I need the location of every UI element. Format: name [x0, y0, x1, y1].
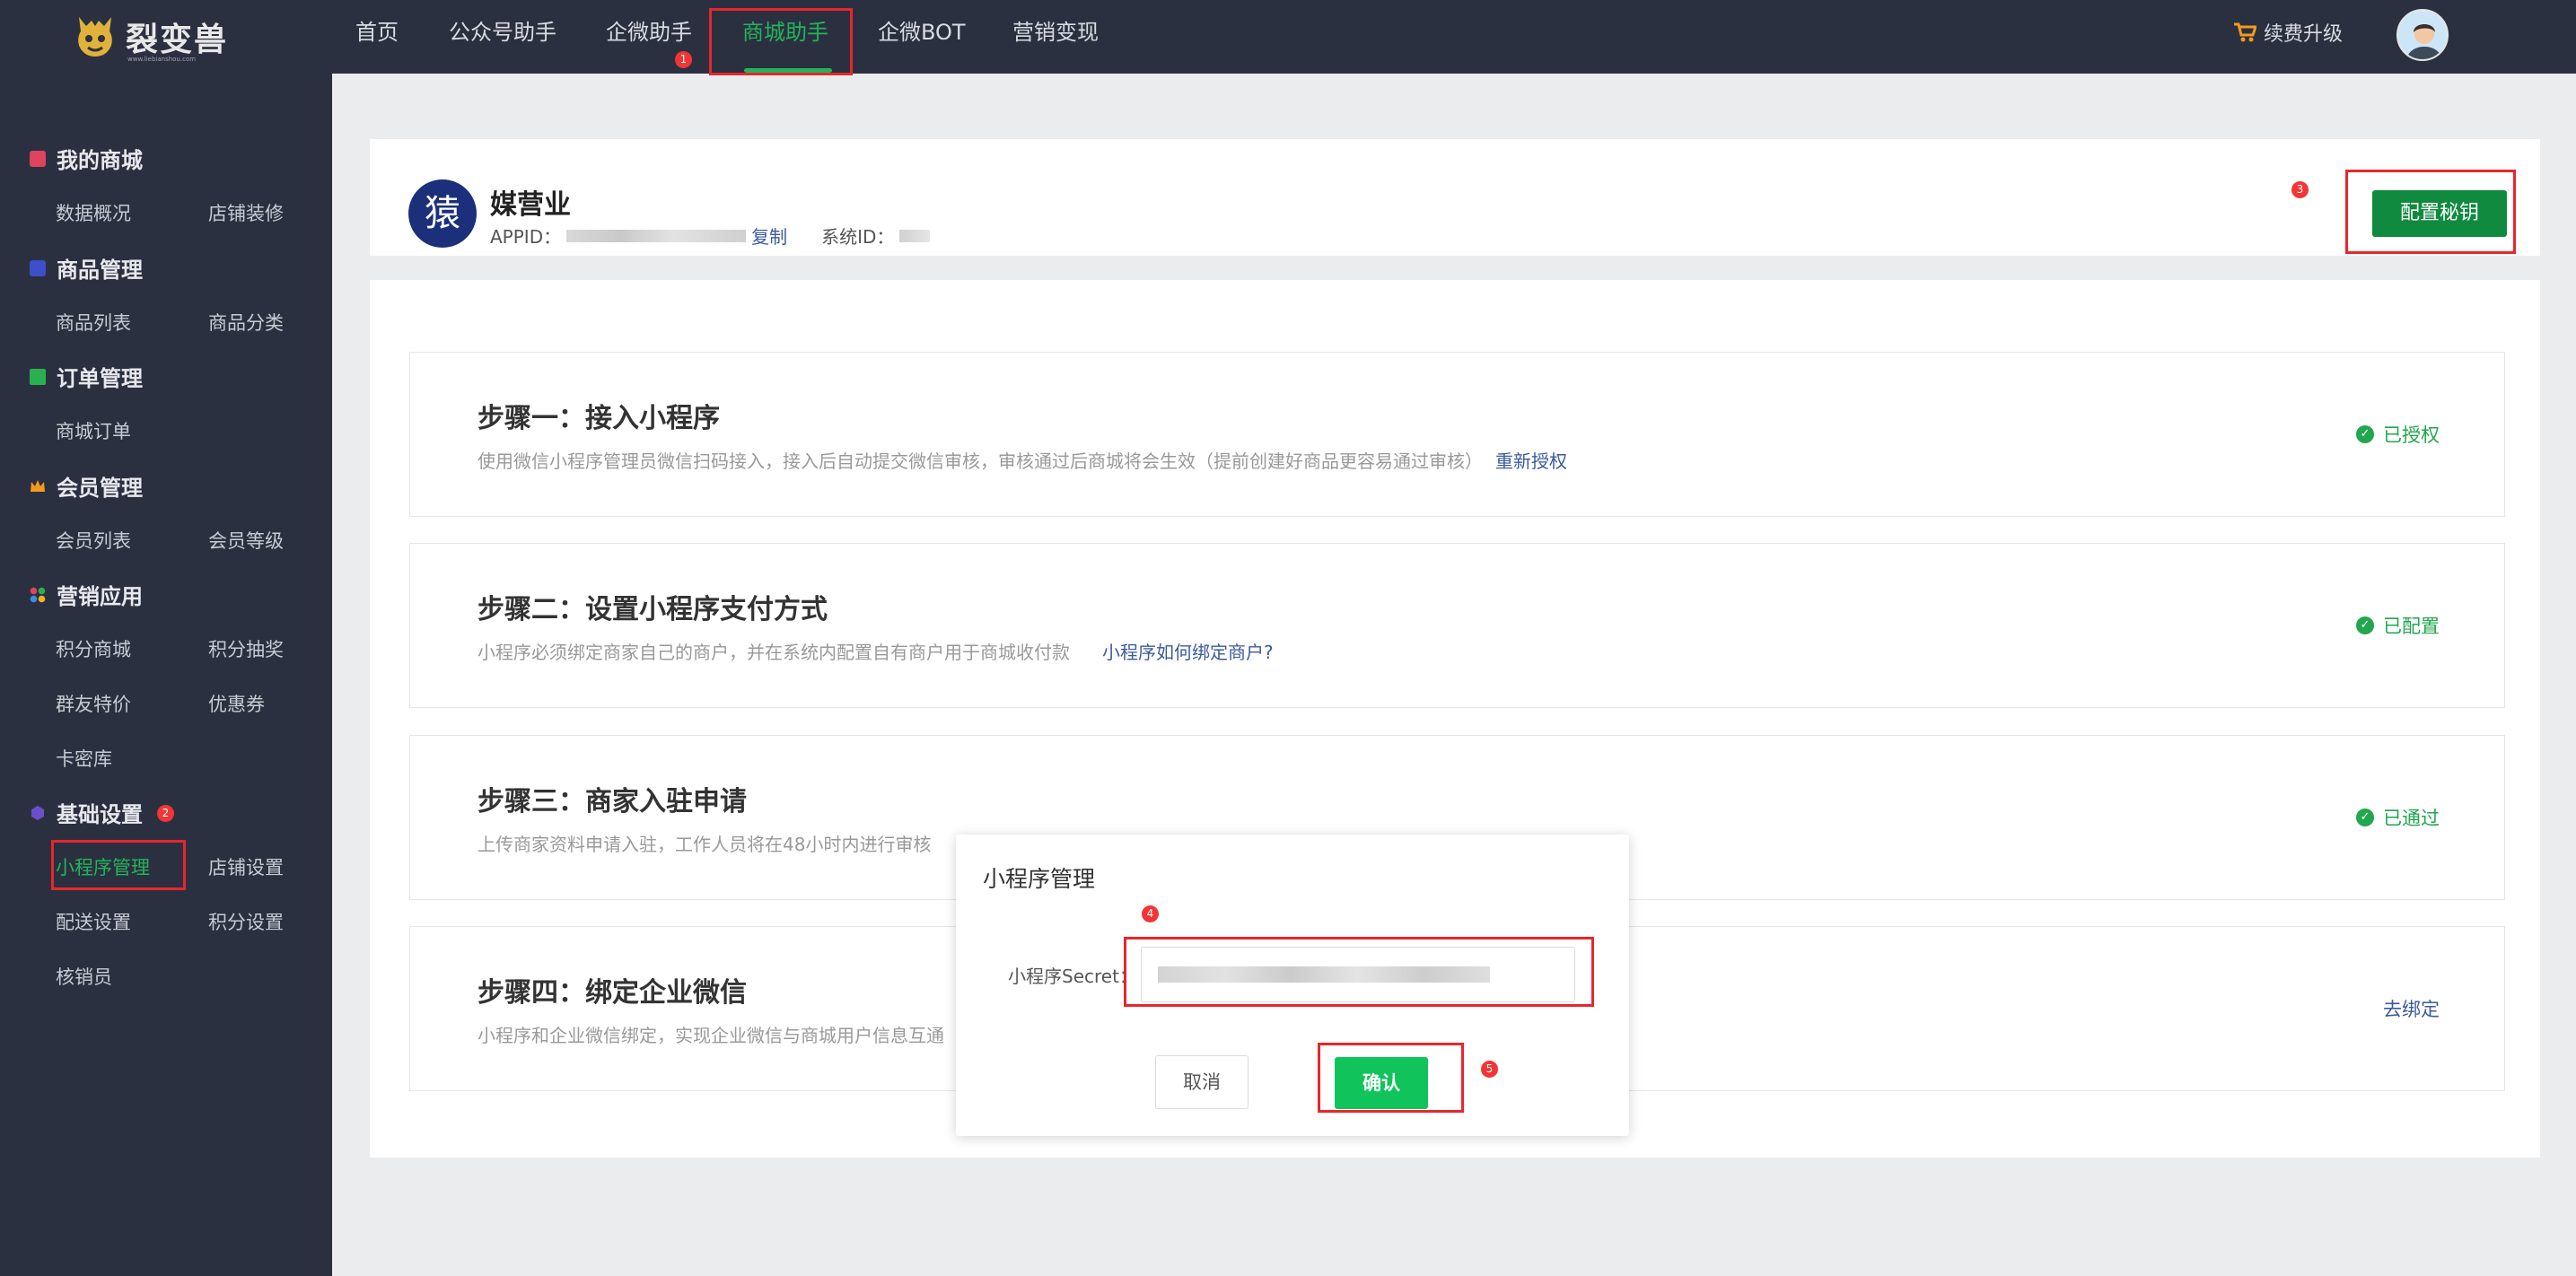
step-description: 使用微信小程序管理员微信扫码接入，接入后自动提交微信审核，审核通过后商城将会生效…	[478, 447, 1567, 473]
beast-logo-icon	[78, 17, 112, 57]
sidebar-item-data-overview[interactable]: 数据概况	[56, 199, 131, 226]
annotation-marker-3: 3	[2291, 181, 2309, 198]
sidebar-group-marketing: 营销应用	[30, 579, 143, 610]
step-status-text: 已配置	[2383, 616, 2440, 637]
step-card-1: 步骤一：接入小程序 使用微信小程序管理员微信扫码接入，接入后自动提交微信审核，审…	[409, 352, 2505, 517]
sidebar-item-group-deals[interactable]: 群友特价	[56, 690, 131, 717]
system-id-label: 系统ID：	[821, 226, 895, 248]
step-status: ✓ 已配置	[2356, 612, 2440, 639]
brand-name: 裂变兽	[126, 22, 229, 58]
nav-home[interactable]: 首页	[355, 0, 399, 74]
cancel-button[interactable]: 取消	[1155, 1055, 1249, 1109]
upgrade-label: 续费升级	[2264, 23, 2344, 46]
sidebar-group-basic-settings: 基础设置	[30, 797, 143, 828]
step-title: 步骤四：绑定企业微信	[478, 977, 747, 1009]
step-description: 小程序和企业微信绑定，实现企业微信与商城用户信息互通	[478, 1025, 944, 1046]
user-avatar[interactable]	[2396, 9, 2449, 61]
step-status-text: 已授权	[2383, 424, 2440, 446]
annotation-box-mall-assistant	[709, 8, 853, 75]
step-description: 上传商家资料申请入驻，工作人员将在48小时内进行审核	[478, 834, 932, 855]
sidebar-item-points-settings[interactable]: 积分设置	[208, 908, 284, 935]
sidebar-item-member-level[interactable]: 会员等级	[208, 527, 284, 554]
sidebar-group-title: 基础设置	[57, 802, 143, 827]
step-title: 步骤三：商家入驻申请	[478, 786, 747, 817]
copy-appid-link[interactable]: 复制	[751, 223, 787, 249]
step-status-text: 已通过	[2383, 808, 2440, 829]
secret-field-label: 小程序Secret：	[1008, 966, 1137, 987]
step-description: 小程序必须绑定商家自己的商户，并在系统内配置自有商户用于商城收付款 小程序如何绑定…	[478, 638, 1274, 664]
system-id-redacted	[899, 229, 931, 242]
sidebar-group-my-mall: 我的商城	[30, 143, 143, 174]
app-id-line: APPID： 复制 系统ID：	[490, 223, 931, 249]
top-navbar: 裂变兽 www.liebianshou.com 首页 公众号助手 企微助手 商城…	[0, 0, 2576, 74]
step-title: 步骤一：接入小程序	[478, 403, 720, 434]
hexagon-icon	[31, 805, 44, 820]
dialog-title: 小程序管理	[983, 866, 1096, 892]
sidebar-item-store-settings[interactable]: 店铺设置	[208, 853, 284, 880]
annotation-box-miniprogram-management	[51, 840, 186, 890]
sidebar-item-product-list[interactable]: 商品列表	[56, 309, 131, 336]
renew-upgrade-link[interactable]: 续费升级	[2233, 18, 2343, 47]
app-avatar: 猿	[408, 179, 477, 248]
annotation-box-config-secret	[2345, 170, 2516, 254]
nav-official-account[interactable]: 公众号助手	[449, 0, 556, 74]
bind-wecom-link[interactable]: 去绑定	[2383, 995, 2440, 1022]
sidebar-item-points-mall[interactable]: 积分商城	[56, 635, 131, 662]
app-name: 媒营业	[490, 189, 571, 221]
step-title: 步骤二：设置小程序支付方式	[478, 594, 828, 625]
sidebar-group-title: 我的商城	[57, 148, 143, 173]
annotation-marker-2: 2	[157, 805, 174, 822]
annotation-marker-1: 1	[675, 51, 692, 68]
check-circle-icon: ✓	[2356, 808, 2374, 826]
step-card-2: 步骤二：设置小程序支付方式 小程序必须绑定商家自己的商户，并在系统内配置自有商户…	[409, 543, 2505, 708]
sidebar-item-mall-orders[interactable]: 商城订单	[56, 417, 131, 444]
sidebar-item-coupons[interactable]: 优惠券	[208, 690, 265, 717]
step-description-text: 使用微信小程序管理员微信扫码接入，接入后自动提交微信审核，审核通过后商城将会生效…	[478, 450, 1483, 472]
brand-url: www.liebianshou.com	[127, 56, 197, 63]
sidebar-group-title: 商品管理	[57, 258, 143, 283]
annotation-box-confirm	[1318, 1043, 1464, 1113]
sidebar-group-title: 会员管理	[57, 476, 143, 501]
brand-logo[interactable]: 裂变兽 www.liebianshou.com	[72, 9, 228, 65]
crown-icon	[31, 479, 45, 492]
sidebar-item-verifier[interactable]: 核销员	[56, 963, 112, 990]
check-circle-icon: ✓	[2356, 425, 2374, 443]
sidebar-item-points-lottery[interactable]: 积分抽奖	[208, 635, 284, 662]
sidebar-group-title: 订单管理	[57, 366, 143, 391]
sidebar-item-delivery-settings[interactable]: 配送设置	[56, 908, 131, 935]
sidebar-item-card-keys[interactable]: 卡密库	[56, 745, 112, 772]
annotation-marker-5: 5	[1481, 1061, 1498, 1078]
sidebar-group-orders: 订单管理	[30, 361, 143, 392]
cart-icon	[2234, 22, 2256, 42]
store-icon	[30, 150, 46, 167]
appid-value-redacted	[566, 229, 747, 242]
sidebar-group-members: 会员管理	[30, 470, 143, 502]
user-avatar-icon	[2398, 11, 2447, 59]
check-circle-icon: ✓	[2356, 616, 2374, 634]
reauthorize-link[interactable]: 重新授权	[1495, 450, 1567, 472]
nav-marketing[interactable]: 营销变现	[1012, 0, 1099, 74]
sidebar-group-products: 商品管理	[30, 252, 143, 284]
sidebar-item-member-list[interactable]: 会员列表	[56, 527, 131, 554]
sidebar-group-title: 营销应用	[57, 584, 143, 609]
sidebar-item-product-category[interactable]: 商品分类	[208, 309, 284, 336]
bind-merchant-help-link[interactable]: 小程序如何绑定商户?	[1102, 642, 1274, 663]
sidebar: 我的商城 数据概况 店铺装修 商品管理 商品列表 商品分类 订单管理 商城订单 …	[0, 74, 332, 1276]
sidebar-item-store-decoration[interactable]: 店铺装修	[208, 199, 284, 226]
nav-wecom-bot[interactable]: 企微BOT	[878, 0, 966, 74]
annotation-marker-4: 4	[1142, 905, 1159, 922]
step-description-text: 小程序必须绑定商家自己的商户，并在系统内配置自有商户用于商城收付款	[478, 642, 1070, 663]
annotation-box-secret-input	[1124, 937, 1594, 1007]
appid-label: APPID：	[490, 226, 562, 248]
apps-icon	[30, 587, 46, 602]
step-status: ✓ 已通过	[2356, 804, 2440, 831]
product-icon	[30, 259, 46, 276]
step-status: ✓ 已授权	[2356, 421, 2440, 448]
order-icon	[30, 368, 46, 385]
